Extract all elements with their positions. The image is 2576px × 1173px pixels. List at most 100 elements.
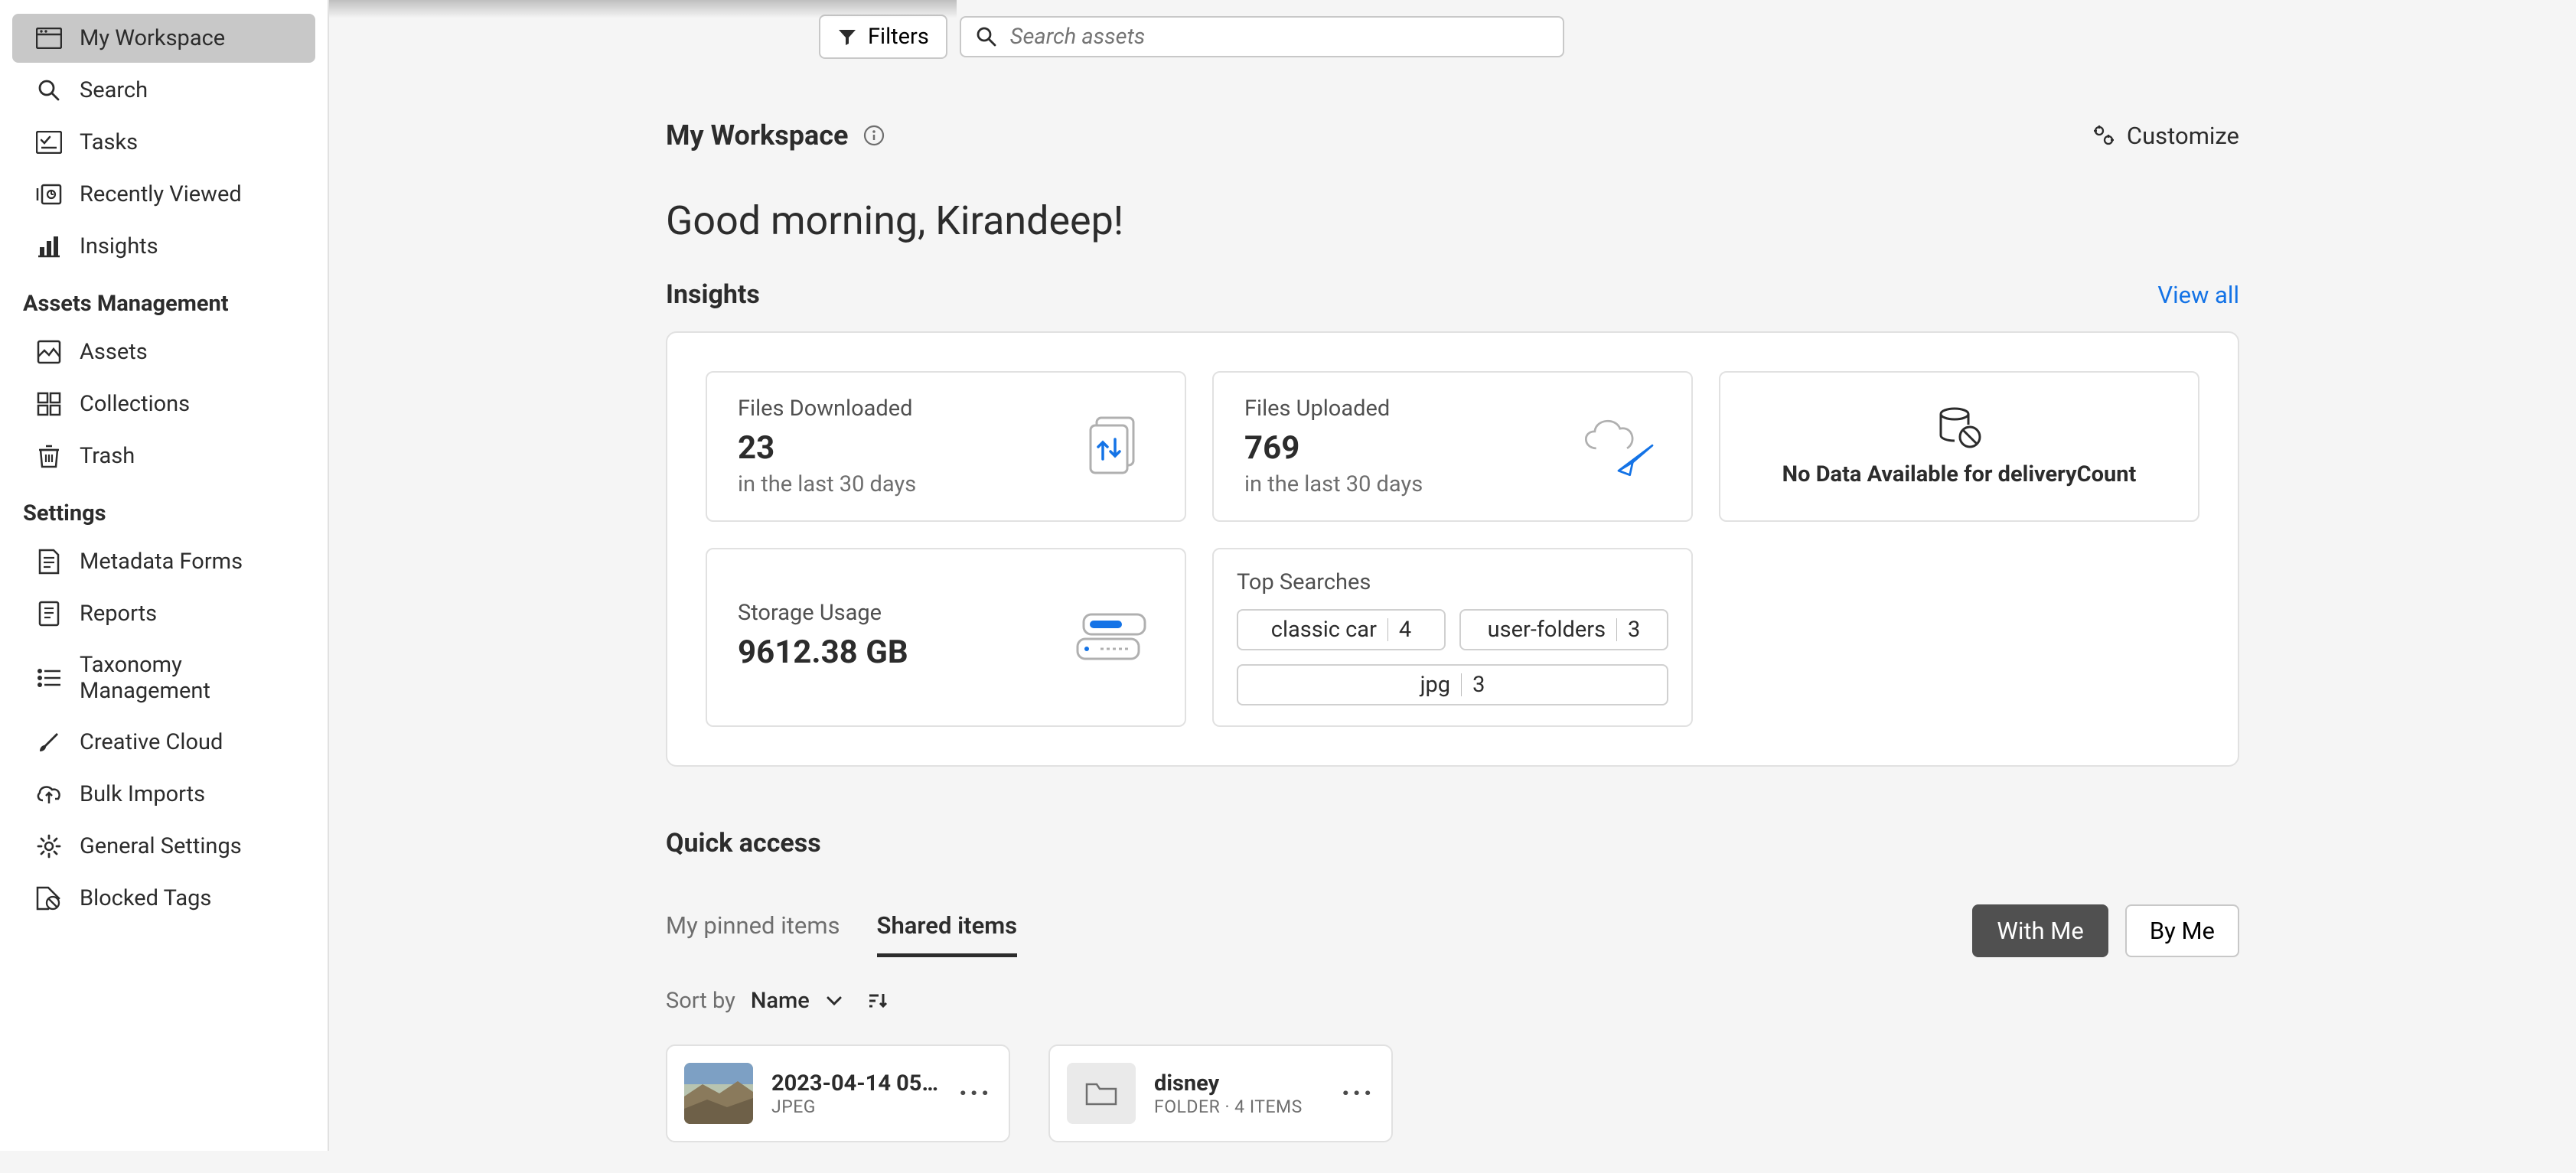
tab-shared-items[interactable]: Shared items (877, 911, 1018, 957)
files-uploaded-card: Files Uploaded 769 in the last 30 days (1212, 371, 1693, 522)
cloud-send-icon (1577, 405, 1661, 489)
nav-label: Insights (80, 233, 158, 259)
nav-bulk-imports[interactable]: Bulk Imports (12, 770, 315, 819)
pill-with-me[interactable]: With Me (1972, 904, 2108, 957)
gear-icon (35, 833, 63, 860)
nav-label: My Workspace (80, 25, 225, 51)
customize-label: Customize (2127, 122, 2239, 150)
top-searches-card: Top Searches classic car 4 user-folders … (1212, 548, 1693, 727)
blocked-tag-icon (35, 885, 63, 912)
chip-count: 3 (1472, 672, 1485, 698)
insights-panel: Files Downloaded 23 in the last 30 days … (666, 331, 2239, 767)
nav-insights[interactable]: Insights (12, 222, 315, 271)
nav-metadata-forms[interactable]: Metadata Forms (12, 537, 315, 586)
asset-name: 2023-04-14 05.1… (771, 1070, 941, 1096)
workspace-icon (35, 24, 63, 52)
form-icon (35, 548, 63, 575)
quick-access-title: Quick access (666, 828, 2239, 859)
search-assets-field[interactable] (960, 16, 1564, 57)
search-icon (975, 25, 998, 48)
download-upload-icon (1070, 405, 1154, 489)
tasks-icon (35, 129, 63, 156)
sort-prefix: Sort by (666, 988, 735, 1014)
customize-button[interactable]: Customize (2092, 122, 2239, 150)
assets-icon (35, 338, 63, 366)
chip-divider (1461, 673, 1462, 696)
nav-search[interactable]: Search (12, 66, 315, 115)
card-sub: in the last 30 days (1244, 471, 1423, 497)
taxonomy-icon (35, 664, 63, 692)
pill-by-me[interactable]: By Me (2125, 904, 2239, 957)
nav-trash[interactable]: Trash (12, 432, 315, 481)
customize-icon (2092, 123, 2116, 148)
info-icon[interactable] (863, 125, 885, 146)
nav-label: Bulk Imports (80, 781, 205, 807)
filters-button[interactable]: Filters (819, 15, 947, 59)
sort-controls: Sort by Name (666, 988, 2239, 1014)
search-icon (35, 77, 63, 104)
nav-label: Taxonomy Management (80, 652, 292, 704)
nav-taxonomy[interactable]: Taxonomy Management (12, 641, 315, 715)
filters-label: Filters (868, 24, 929, 50)
top-searches-label: Top Searches (1237, 569, 1668, 595)
section-header-assets: Assets Management (0, 274, 328, 324)
asset-thumbnail (684, 1063, 753, 1124)
page-title: My Workspace (666, 119, 848, 152)
nav-label: Reports (80, 601, 157, 627)
sidebar: My Workspace Search Tasks Recently Viewe… (0, 0, 329, 1151)
card-label: Storage Usage (738, 600, 908, 626)
search-input[interactable] (1010, 24, 1549, 50)
sort-direction-icon[interactable] (866, 991, 889, 1011)
chip-divider (1616, 618, 1617, 641)
card-value: 23 (738, 429, 916, 467)
nav-tasks[interactable]: Tasks (12, 118, 315, 167)
search-chip[interactable]: classic car 4 (1237, 609, 1446, 650)
cloud-upload-icon (35, 780, 63, 808)
more-actions-icon[interactable]: ··· (959, 1077, 992, 1110)
nav-label: Metadata Forms (80, 549, 243, 575)
insights-title: Insights (666, 279, 760, 310)
insights-view-all-link[interactable]: View all (2157, 281, 2239, 309)
files-downloaded-card: Files Downloaded 23 in the last 30 days (706, 371, 1186, 522)
chip-term: user-folders (1488, 617, 1606, 643)
nav-label: Search (80, 77, 148, 103)
search-chip[interactable]: user-folders 3 (1459, 609, 1668, 650)
nav-label: Collections (80, 391, 190, 417)
topbar: Filters (329, 0, 2576, 73)
nav-label: Blocked Tags (80, 885, 211, 911)
filter-icon (837, 27, 857, 47)
section-header-settings: Settings (0, 484, 328, 534)
nav-blocked-tags[interactable]: Blocked Tags (12, 874, 315, 923)
asset-name: disney (1154, 1070, 1323, 1096)
chip-divider (1387, 618, 1388, 641)
nav-general-settings[interactable]: General Settings (12, 822, 315, 871)
folder-thumbnail (1067, 1063, 1136, 1124)
search-chip[interactable]: jpg 3 (1237, 664, 1668, 705)
brush-icon (35, 728, 63, 756)
collections-icon (35, 390, 63, 418)
card-sub: in the last 30 days (738, 471, 916, 497)
asset-card[interactable]: disney FOLDER · 4 ITEMS ··· (1048, 1044, 1393, 1142)
nav-label: Trash (80, 443, 135, 469)
greeting-text: Good morning, Kirandeep! (666, 197, 2239, 244)
nav-assets[interactable]: Assets (12, 327, 315, 376)
nav-my-workspace[interactable]: My Workspace (12, 14, 315, 63)
nav-label: Assets (80, 339, 148, 365)
quick-access-tabs: My pinned items Shared items (666, 911, 1017, 957)
nav-creative-cloud[interactable]: Creative Cloud (12, 718, 315, 767)
asset-card[interactable]: 2023-04-14 05.1… JPEG ··· (666, 1044, 1010, 1142)
tab-my-pinned-items[interactable]: My pinned items (666, 911, 840, 957)
quick-access-items-grid: 2023-04-14 05.1… JPEG ··· disney FOLDER … (666, 1044, 2239, 1142)
nav-label: General Settings (80, 833, 242, 859)
nav-collections[interactable]: Collections (12, 380, 315, 428)
nav-reports[interactable]: Reports (12, 589, 315, 638)
nav-recently-viewed[interactable]: Recently Viewed (12, 170, 315, 219)
chip-term: jpg (1420, 672, 1451, 698)
chevron-down-icon[interactable] (825, 995, 843, 1007)
delivery-count-card: No Data Available for deliveryCount (1719, 371, 2199, 522)
more-actions-icon[interactable]: ··· (1342, 1077, 1374, 1110)
chip-count: 3 (1628, 617, 1640, 643)
insights-icon (35, 233, 63, 260)
nav-label: Creative Cloud (80, 729, 223, 755)
sort-value[interactable]: Name (751, 988, 810, 1014)
